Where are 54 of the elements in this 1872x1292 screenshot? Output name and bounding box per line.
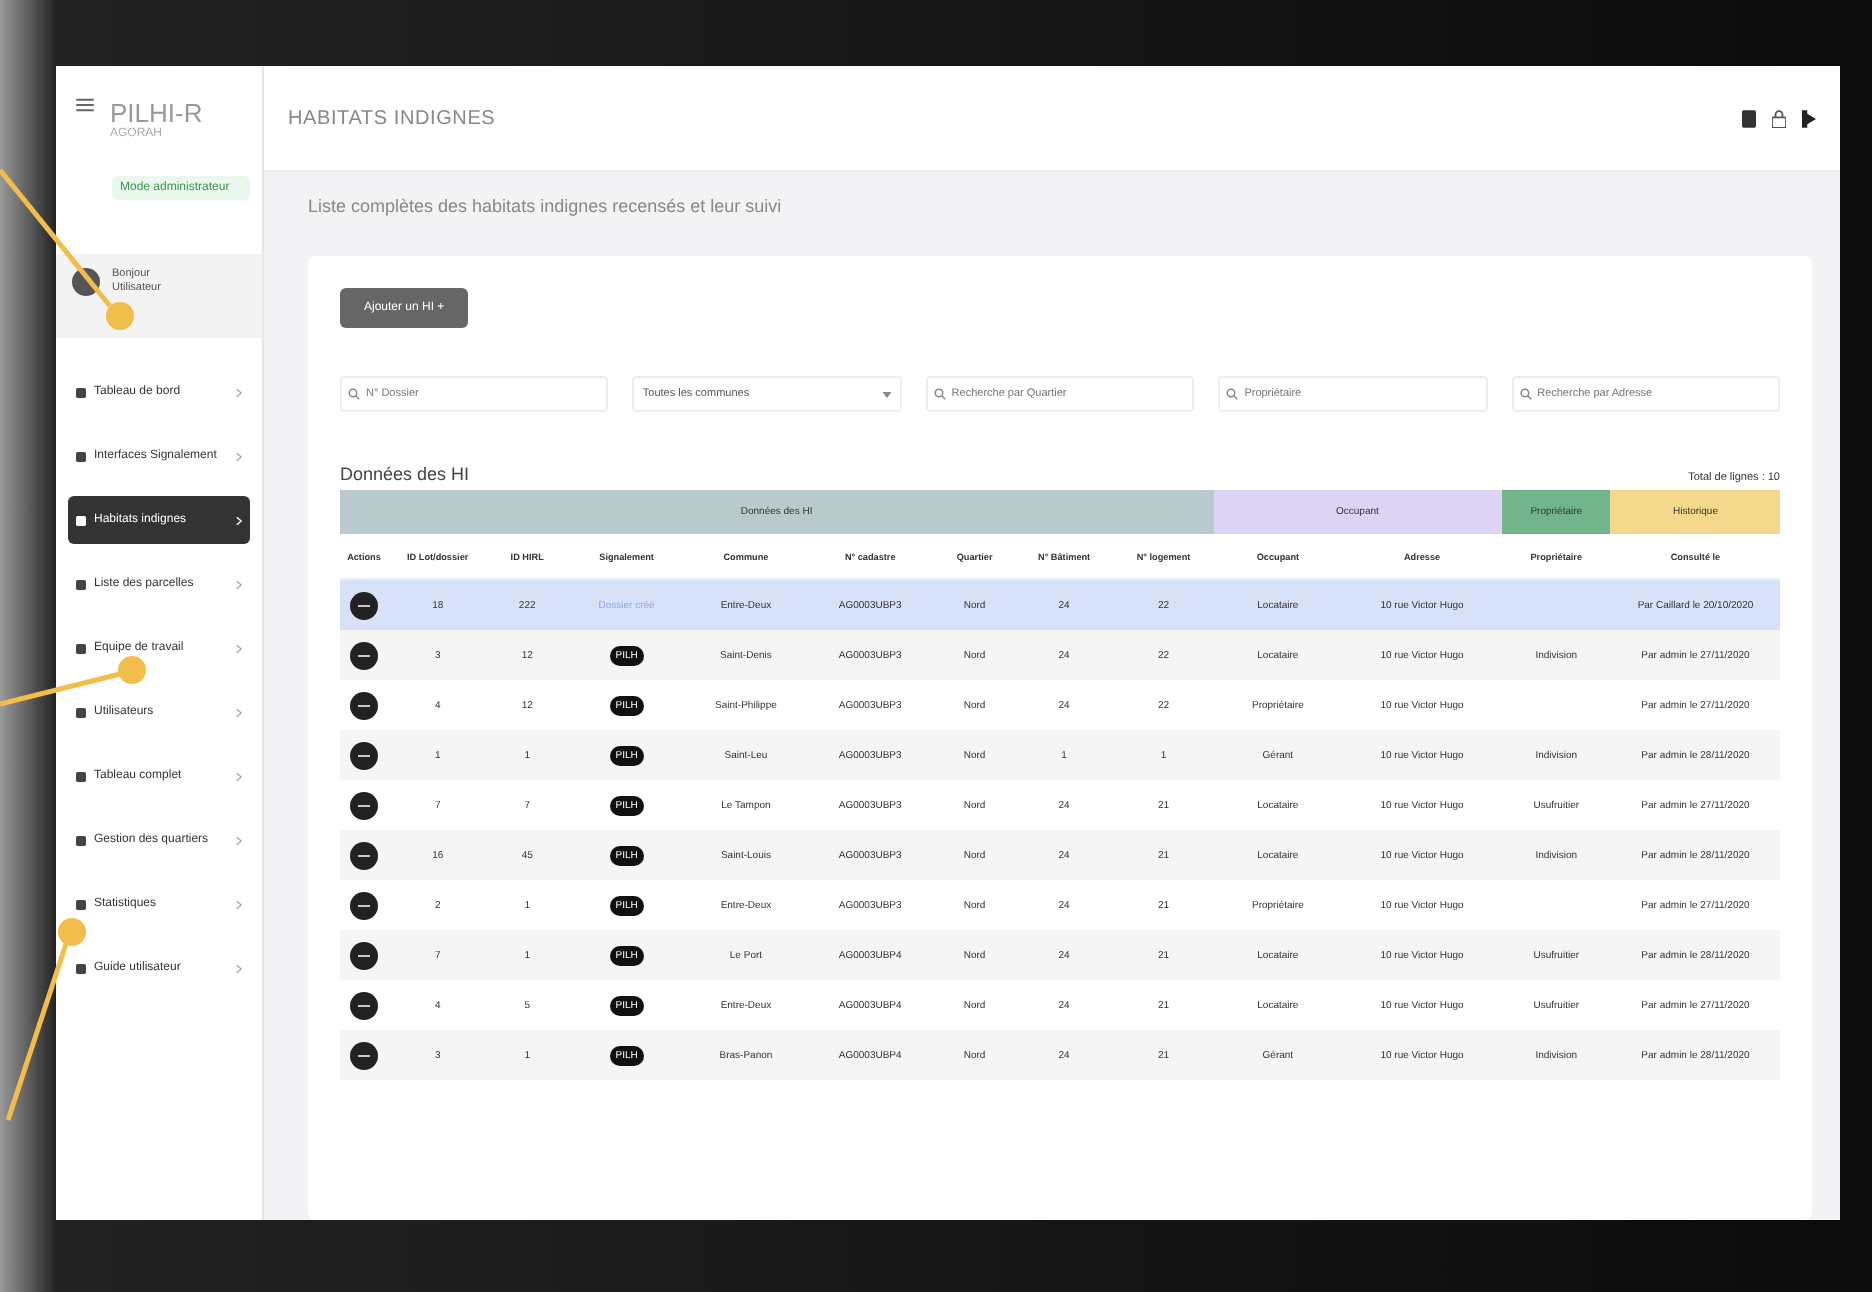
search-icon [1226,388,1239,400]
action-button[interactable] [350,1041,378,1069]
menu-item-icon [76,451,86,461]
action-button[interactable] [350,891,378,919]
dash-icon [358,1053,370,1057]
menu-item-icon [76,579,86,589]
dash-icon [358,653,370,657]
action-button[interactable] [350,791,378,819]
dash-icon [358,603,370,607]
table-title: Données des HI [340,464,470,484]
action-button[interactable] [350,741,378,769]
chevron-icon [236,643,242,653]
menu-item-icon [76,387,86,397]
document-icon[interactable] [1742,109,1756,127]
logout-icon[interactable] [1802,109,1816,127]
caret-icon [881,391,892,397]
dash-icon [358,703,370,707]
menu-item-icon [76,771,86,781]
chevron-icon [236,387,242,397]
chevron-icon [236,899,242,909]
app-name: PILHI-R [110,98,203,128]
chevron-icon [236,835,242,845]
chevron-icon [236,451,242,461]
lock-icon[interactable] [1772,109,1786,127]
chevron-icon [236,771,242,781]
dash-icon [358,1003,370,1007]
menu-item-icon [76,643,86,653]
action-button[interactable] [350,641,378,669]
page-subtitle: Liste complètes des habitats indignes recensés et leur suivi [308,196,784,216]
action-button[interactable] [350,691,378,719]
action-button[interactable] [350,591,378,619]
action-button[interactable] [350,991,378,1019]
dash-icon [358,903,370,907]
menu-item-icon [76,835,86,845]
dash-icon [358,753,370,757]
menu-item-icon [76,963,86,973]
action-button[interactable] [350,941,378,969]
page-title: HABITATS INDIGNES [288,107,496,129]
action-button[interactable] [350,841,378,869]
search-icon [1519,388,1532,400]
menu-icon[interactable] [76,98,94,112]
chevron-icon [236,707,242,717]
chevron-icon [236,963,242,973]
dash-icon [358,803,370,807]
menu-item-icon [76,515,86,525]
dash-icon [358,853,370,857]
chevron-icon [236,579,242,589]
avatar-icon [72,268,100,296]
search-icon [933,388,946,400]
chevron-icon [236,515,242,525]
dash-icon [358,953,370,957]
menu-item-icon [76,707,86,717]
menu-item-icon [76,899,86,909]
search-icon [348,388,360,400]
